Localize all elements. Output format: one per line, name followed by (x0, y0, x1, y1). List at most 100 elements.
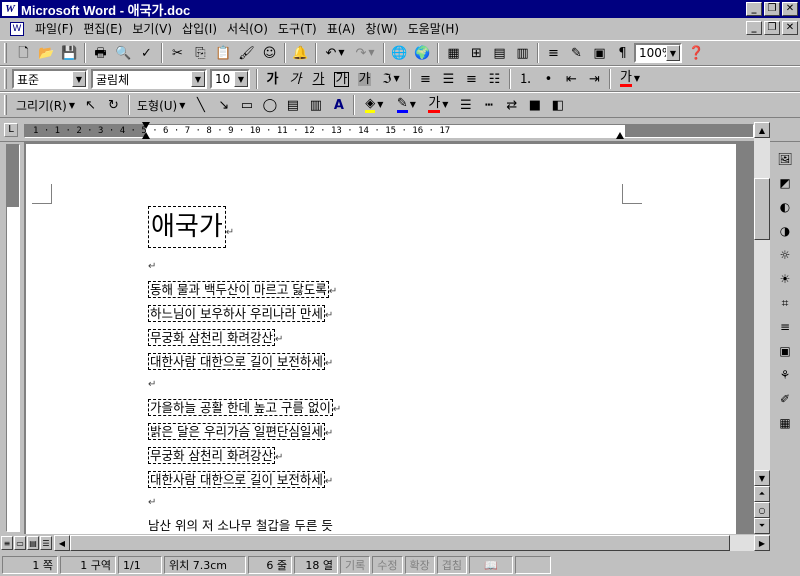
lyric-line[interactable]: 남산 위의 저 소나무 철갑을 두른 듯 (148, 514, 341, 534)
free-rotate-icon[interactable]: ↻ (102, 94, 125, 116)
lyric-line[interactable]: 밝은 달은 우리가슴 일편단심일세 ↵ (148, 420, 341, 444)
less-brightness-icon[interactable]: ☀ (774, 268, 796, 290)
chevron-down-icon[interactable]: ▼ (666, 45, 680, 61)
draw-font-color-button[interactable]: 가 ▼ (422, 94, 454, 116)
menu-tools[interactable]: 도구(T) (273, 19, 322, 39)
page-layout-view-button[interactable]: ▤ (27, 536, 39, 550)
zoom-select[interactable]: 100% ▼ (634, 43, 682, 63)
hyperlink-icon[interactable]: 🌍 (411, 42, 434, 64)
undo-icon[interactable]: ↶ ▼ (320, 42, 350, 64)
close-button[interactable]: ✕ (782, 2, 798, 16)
lyric-line[interactable]: 가을하늘 공활 한데 높고 구름 없이 ↵ (148, 396, 341, 420)
menu-view[interactable]: 보기(V) (127, 19, 177, 39)
lyric-line[interactable]: 하느님이 보우하사 우리나라 만세 ↵ (148, 302, 341, 326)
scroll-thumb[interactable] (70, 535, 730, 551)
tables-borders-icon[interactable]: ▦ (442, 42, 465, 64)
doc-restore-button[interactable]: ❐ (764, 21, 780, 35)
show-hide-icon[interactable]: ¶ (611, 42, 634, 64)
insert-picture-icon[interactable]: 🖼 (774, 148, 796, 170)
rectangle-icon[interactable]: ▭ (235, 94, 258, 116)
textbox-icon[interactable]: ▤ (281, 94, 304, 116)
select-objects-icon[interactable]: ↖ (79, 94, 102, 116)
more-brightness-icon[interactable]: ☼ (774, 244, 796, 266)
columns-icon[interactable]: ▥ (511, 42, 534, 64)
menu-format[interactable]: 서식(O) (222, 19, 273, 39)
reset-picture-icon[interactable]: ▦ (774, 412, 796, 434)
toolbar-grip[interactable] (4, 69, 7, 89)
align-left-icon[interactable]: ≡ (414, 68, 437, 90)
doc-minimize-button[interactable]: _ (746, 21, 762, 35)
status-overtype[interactable]: 겹침 (436, 556, 467, 574)
dash-style-icon[interactable]: ┅ (477, 94, 500, 116)
bell-icon[interactable]: 🔔 (289, 42, 312, 64)
italic-button[interactable]: 가 (284, 68, 307, 90)
emphasis-icon[interactable]: ℑ ▼ (376, 68, 406, 90)
align-center-icon[interactable]: ☰ (437, 68, 460, 90)
drawing-icon[interactable]: ✎ (565, 42, 588, 64)
char-shading-button[interactable]: 가 (353, 68, 376, 90)
set-transparent-icon[interactable]: ✐ (774, 388, 796, 410)
numbering-icon[interactable]: ⒈ (514, 68, 537, 90)
image-control-icon[interactable]: ◩ (774, 172, 796, 194)
less-contrast-icon[interactable]: ◑ (774, 220, 796, 242)
arrow-style-icon[interactable]: ⇄ (500, 94, 523, 116)
paste-icon[interactable]: 📋 (212, 42, 235, 64)
normal-view-button[interactable]: ≡ (1, 536, 13, 550)
chevron-down-icon[interactable]: ▼ (191, 71, 205, 87)
draw-menu-button[interactable]: 그리기(R) ▼ (12, 94, 79, 116)
online-view-button[interactable]: ▭ (14, 536, 26, 550)
lyric-line[interactable]: 대한사람 대한으로 길이 보전하세 ↵ (148, 350, 341, 374)
toolbar-grip[interactable] (4, 43, 7, 63)
help-icon[interactable]: ❓ (685, 42, 708, 64)
style-select[interactable]: 표준 ▼ (12, 69, 88, 89)
outline-view-button[interactable]: ☰ (40, 536, 52, 550)
scroll-right-button[interactable]: ▶ (754, 535, 770, 551)
align-right-icon[interactable]: ≡ (460, 68, 483, 90)
char-border-button[interactable]: 가 (330, 68, 353, 90)
chevron-down-icon[interactable]: ▼ (234, 71, 248, 87)
copy-icon[interactable]: ⎘ (189, 42, 212, 64)
line-color-icon[interactable]: ✎ ▼ (390, 94, 422, 116)
increase-indent-icon[interactable]: ⇥ (583, 68, 606, 90)
line-style-icon[interactable]: ≡ (774, 316, 796, 338)
shadow-icon[interactable]: ■ (523, 94, 546, 116)
lyric-line[interactable]: 동해 물과 백두산이 마르고 닳도록 ↵ (148, 278, 341, 302)
status-extend[interactable]: 확장 (404, 556, 435, 574)
redo-icon[interactable]: ↷ ▼ (350, 42, 380, 64)
right-indent-marker[interactable] (616, 132, 624, 139)
scroll-down-button[interactable]: ▼ (754, 470, 770, 486)
word-app-icon[interactable]: W (2, 2, 18, 16)
insert-excel-icon[interactable]: ▤ (488, 42, 511, 64)
new-document-icon[interactable]: 🗋 (12, 42, 35, 64)
crop-icon[interactable]: ⌗ (774, 292, 796, 314)
tab-selector-icon[interactable]: L (4, 123, 18, 137)
print-icon[interactable]: 🖶 (89, 42, 112, 64)
arrow-icon[interactable]: ↘ (212, 94, 235, 116)
restore-button[interactable]: ❐ (764, 2, 780, 16)
print-preview-icon[interactable]: 🔍 (112, 42, 135, 64)
menu-edit[interactable]: 편집(E) (78, 19, 127, 39)
document-body[interactable]: 애국가 ↵ ↵ 동해 물과 백두산이 마르고 닳도록 ↵ 하느님이 보우하사 우리나… (148, 206, 341, 534)
document-icon[interactable]: W (10, 22, 24, 36)
decrease-indent-icon[interactable]: ⇤ (560, 68, 583, 90)
scroll-left-button[interactable]: ◀ (54, 535, 70, 551)
doc-map-icon[interactable]: ▣ (588, 42, 611, 64)
spelling-icon[interactable]: ✓ (135, 42, 158, 64)
menu-help[interactable]: 도움말(H) (403, 19, 465, 39)
more-contrast-icon[interactable]: ◐ (774, 196, 796, 218)
3d-icon[interactable]: ◧ (546, 94, 569, 116)
underline-button[interactable]: 가 (307, 68, 330, 90)
font-size-select[interactable]: 10 ▼ (210, 69, 250, 89)
insert-table-icon[interactable]: ⊞ (465, 42, 488, 64)
minimize-button[interactable]: _ (746, 2, 762, 16)
document-title[interactable]: 애국가 (148, 206, 226, 248)
browse-object-button[interactable]: ○ (754, 502, 770, 518)
toolbar-grip[interactable] (4, 95, 7, 115)
prev-page-button[interactable]: ⏶ (754, 486, 770, 502)
menu-table[interactable]: 표(A) (322, 19, 361, 39)
horizontal-scrollbar[interactable]: ◀ ▶ (54, 535, 770, 551)
hanging-indent-marker[interactable] (142, 132, 150, 139)
doc-close-button[interactable]: ✕ (782, 21, 798, 35)
bold-button[interactable]: 가 (261, 68, 284, 90)
web-icon[interactable]: 🌐 (388, 42, 411, 64)
